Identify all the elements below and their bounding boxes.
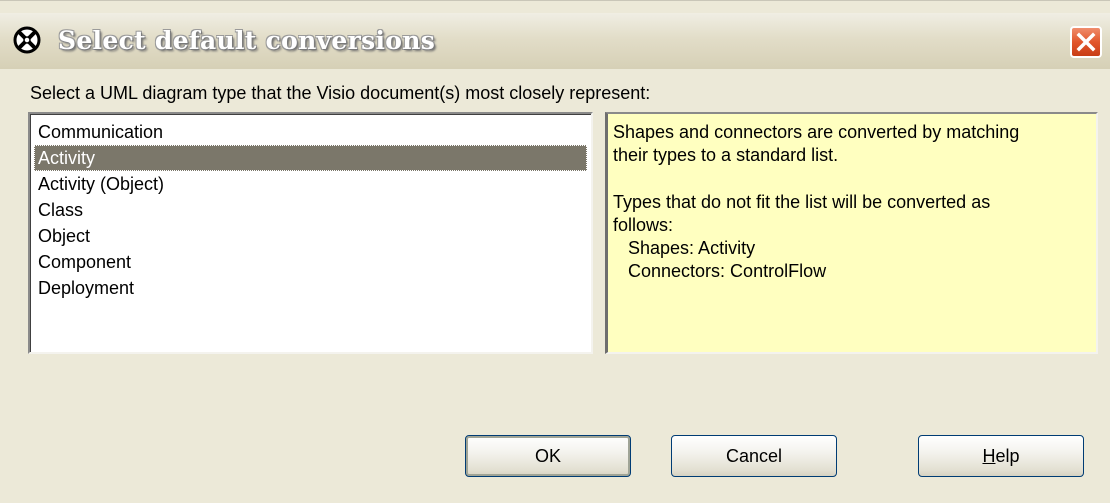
list-item-component[interactable]: Component <box>34 249 587 275</box>
help-mnemonic: H <box>982 446 996 466</box>
description-line: Types that do not fit the list will be c… <box>613 192 991 212</box>
close-x-icon <box>1076 32 1096 52</box>
list-item-activity[interactable]: Activity <box>34 145 587 171</box>
list-item-object[interactable]: Object <box>34 223 587 249</box>
help-label-rest: elp <box>995 446 1020 466</box>
description-line: follows: <box>613 215 674 235</box>
conversion-description-panel: Shapes and connectors are converted by m… <box>605 112 1098 354</box>
description-line: Shapes and connectors are converted by m… <box>613 122 1020 142</box>
title-bar[interactable]: Select default conversions <box>0 13 1110 69</box>
dialog-window: Select default conversions Select a UML … <box>0 0 1110 503</box>
description-line: Connectors: ControlFlow <box>613 261 827 281</box>
close-button[interactable] <box>1070 26 1102 58</box>
list-item-class[interactable]: Class <box>34 197 587 223</box>
dialog-title: Select default conversions <box>58 26 436 55</box>
diagram-type-prompt: Select a UML diagram type that the Visio… <box>30 83 651 103</box>
list-item-deployment[interactable]: Deployment <box>34 275 587 301</box>
diagram-type-listbox[interactable]: Communication Activity Activity (Object)… <box>28 112 593 354</box>
description-line: Shapes: Activity <box>613 238 756 258</box>
description-line: their types to a standard list. <box>613 145 839 165</box>
ok-button[interactable]: OK <box>465 435 631 477</box>
list-item-activity-object[interactable]: Activity (Object) <box>34 171 587 197</box>
help-button[interactable]: Help <box>918 435 1084 477</box>
visio-uml-icon <box>13 26 41 54</box>
cancel-button[interactable]: Cancel <box>671 435 837 477</box>
list-item-communication[interactable]: Communication <box>34 119 587 145</box>
